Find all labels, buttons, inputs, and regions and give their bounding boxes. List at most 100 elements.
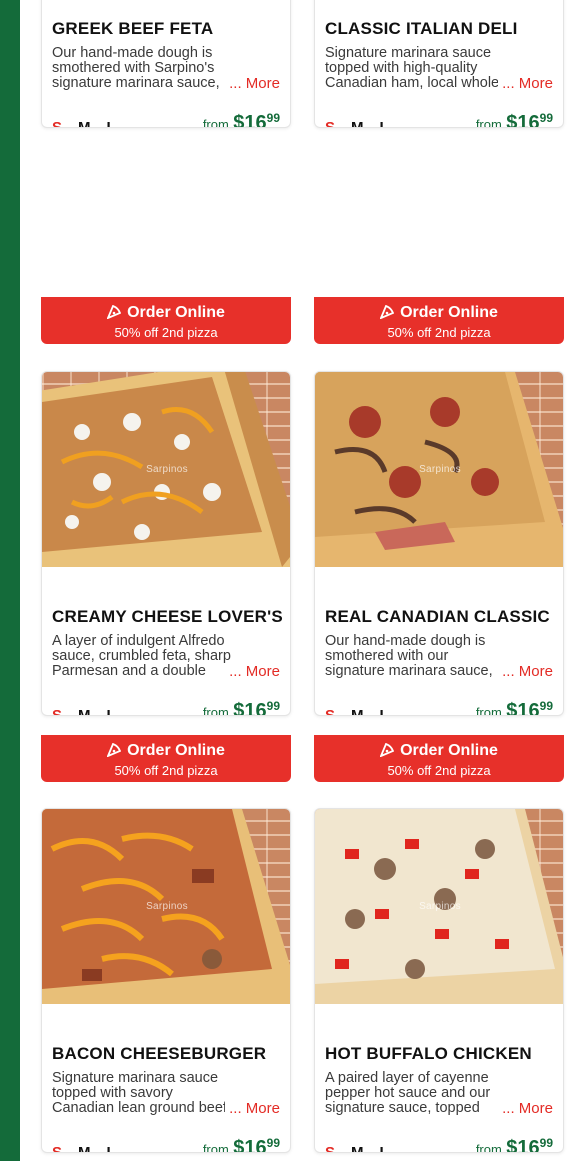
size-option-s[interactable]: S (52, 119, 62, 127)
price-cents: 99 (266, 699, 280, 713)
size-option-l[interactable]: L (380, 707, 389, 715)
price-label: from $1699 (202, 1136, 280, 1153)
order-online-label: Order Online (127, 304, 225, 321)
price-from-text: from (202, 705, 229, 716)
pizza-description: Our hand-made dough is smothered with Sa… (52, 46, 220, 91)
pizza-card: Sarpinos BACON CHEESEBURGER Signature ma… (41, 808, 291, 1153)
pizza-slice-icon (106, 304, 122, 324)
price-cents: 99 (266, 111, 280, 125)
pizza-card: Sarpinos CREAMY CHEESE LOVER'S A layer o… (41, 371, 291, 716)
pizza-slice-icon (379, 742, 395, 762)
order-online-button[interactable]: Order Online 50% off 2nd pizza (41, 735, 291, 782)
size-option-m[interactable]: M (351, 119, 364, 127)
image-watermark: Sarpinos (146, 901, 188, 912)
size-selector: SML (325, 707, 405, 715)
more-link[interactable]: ... More (498, 75, 553, 92)
price-from-text: from (475, 1142, 502, 1153)
more-link[interactable]: ... More (225, 663, 280, 680)
price-label: from $1699 (202, 699, 280, 716)
order-promo-text: 50% off 2nd pizza (387, 325, 491, 340)
pizza-slice-icon (379, 304, 395, 324)
size-option-s[interactable]: S (325, 1144, 335, 1152)
price-cents: 99 (539, 699, 553, 713)
image-watermark: Sarpinos (146, 464, 188, 475)
order-promo-text: 50% off 2nd pizza (114, 763, 218, 778)
pizza-card: Sarpinos HOT BUFFALO CHICKEN A paired la… (314, 808, 564, 1153)
price-dollars: $16 (233, 1137, 267, 1153)
size-selector: SML (325, 119, 405, 127)
size-option-s[interactable]: S (52, 707, 62, 715)
pizza-card: Sarpinos REAL CANADIAN CLASSIC Our hand-… (314, 371, 564, 716)
image-watermark: Sarpinos (419, 901, 461, 912)
price-cents: 99 (539, 111, 553, 125)
price-from-text: from (202, 1142, 229, 1153)
price-from-text: from (202, 117, 229, 128)
size-option-l[interactable]: L (107, 707, 116, 715)
pizza-name[interactable]: CREAMY CHEESE LOVER'S (52, 607, 287, 627)
size-option-s[interactable]: S (325, 707, 335, 715)
order-online-label-row: Order Online (314, 304, 564, 324)
pizza-name[interactable]: HOT BUFFALO CHICKEN (325, 1044, 560, 1064)
price-from-text: from (475, 705, 502, 716)
order-online-button[interactable]: Order Online 50% off 2nd pizza (41, 297, 291, 344)
price-cents: 99 (266, 1136, 280, 1150)
size-option-m[interactable]: M (351, 707, 364, 715)
more-link[interactable]: ... More (225, 75, 280, 92)
pizza-description: A paired layer of cayenne pepper hot sau… (325, 1071, 491, 1116)
size-option-s[interactable]: S (52, 1144, 62, 1152)
price-dollars: $16 (506, 700, 540, 716)
size-option-s[interactable]: S (325, 119, 335, 127)
size-option-l[interactable]: L (107, 1144, 116, 1152)
size-option-m[interactable]: M (351, 1144, 364, 1152)
pizza-name[interactable]: GREEK BEEF FETA (52, 19, 287, 39)
size-option-l[interactable]: L (107, 119, 116, 127)
order-online-label-row: Order Online (41, 304, 291, 324)
size-option-m[interactable]: M (78, 119, 91, 127)
pizza-name[interactable]: BACON CHEESEBURGER (52, 1044, 287, 1064)
size-selector: SML (325, 1144, 405, 1152)
order-online-button[interactable]: Order Online 50% off 2nd pizza (314, 735, 564, 782)
order-promo-text: 50% off 2nd pizza (114, 325, 218, 340)
order-online-label: Order Online (127, 742, 225, 759)
order-online-label: Order Online (400, 304, 498, 321)
pizza-description: A layer of indulgent Alfredo sauce, crum… (52, 634, 231, 679)
size-selector: SML (52, 707, 132, 715)
size-selector: SML (52, 119, 132, 127)
more-link[interactable]: ... More (498, 663, 553, 680)
order-online-label: Order Online (400, 742, 498, 759)
pizza-description: Signature marinara sauce topped with sav… (52, 1071, 231, 1116)
price-from-text: from (475, 117, 502, 128)
price-label: from $1699 (475, 111, 553, 128)
pizza-description: Our hand-made dough is smothered with ou… (325, 634, 493, 679)
price-dollars: $16 (506, 1137, 540, 1153)
more-link[interactable]: ... More (498, 1100, 553, 1117)
order-online-button[interactable]: Order Online 50% off 2nd pizza (314, 297, 564, 344)
order-online-label-row: Order Online (314, 742, 564, 762)
price-dollars: $16 (233, 112, 267, 128)
pizza-description: Signature marinara sauce topped with hig… (325, 46, 504, 91)
pizza-image[interactable]: Sarpinos (42, 372, 290, 567)
size-option-m[interactable]: M (78, 1144, 91, 1152)
pizza-card: Sarpinos GREEK BEEF FETA Our hand-made d… (41, 0, 291, 128)
pizza-image[interactable]: Sarpinos (315, 372, 563, 567)
size-selector: SML (52, 1144, 132, 1152)
pizza-image[interactable]: Sarpinos (315, 809, 563, 1004)
pizza-image[interactable]: Sarpinos (42, 809, 290, 1004)
image-watermark: Sarpinos (419, 464, 461, 475)
size-option-l[interactable]: L (380, 119, 389, 127)
pizza-card: Sarpinos CLASSIC ITALIAN DELI Signature … (314, 0, 564, 128)
pizza-slice-icon (106, 742, 122, 762)
price-label: from $1699 (475, 1136, 553, 1153)
order-online-label-row: Order Online (41, 742, 291, 762)
menu-grid: Sarpinos GREEK BEEF FETA Our hand-made d… (0, 0, 585, 1161)
order-promo-text: 50% off 2nd pizza (387, 763, 491, 778)
price-dollars: $16 (506, 112, 540, 128)
more-link[interactable]: ... More (225, 1100, 280, 1117)
price-label: from $1699 (202, 111, 280, 128)
size-option-l[interactable]: L (380, 1144, 389, 1152)
size-option-m[interactable]: M (78, 707, 91, 715)
price-dollars: $16 (233, 700, 267, 716)
pizza-name[interactable]: REAL CANADIAN CLASSIC (325, 607, 560, 627)
price-cents: 99 (539, 1136, 553, 1150)
pizza-name[interactable]: CLASSIC ITALIAN DELI (325, 19, 560, 39)
